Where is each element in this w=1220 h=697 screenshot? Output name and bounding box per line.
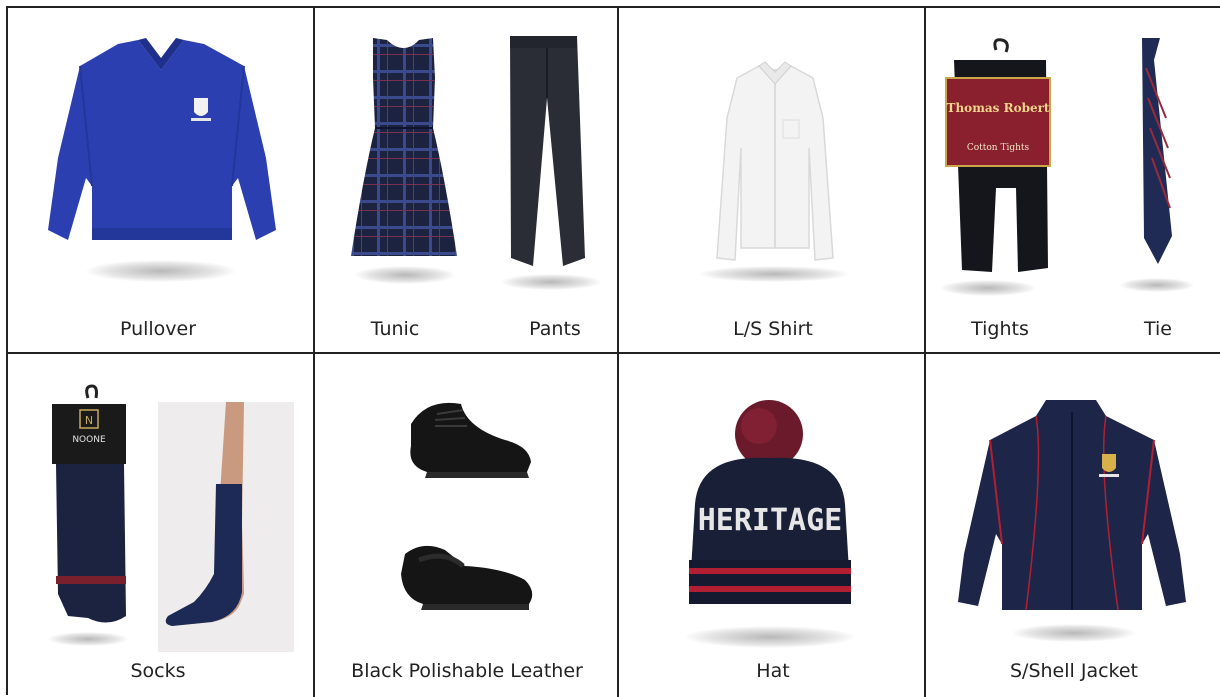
hanger-hook-icon: [993, 38, 1009, 53]
uniform-grid: Pullover Tunic Pants L/S Shirt Thomas Ro…: [6, 6, 1220, 697]
tunic-image: [351, 36, 585, 266]
jacket-image: [958, 400, 1186, 611]
label-shirt: L/S Shirt: [733, 318, 813, 340]
label-jacket: S/Shell Jacket: [1009, 660, 1139, 682]
cell-tights-tie: Thomas Robert Cotton Tights Tights Tie: [926, 8, 1220, 354]
hat-image: HERITAGE: [689, 400, 851, 604]
svg-text:HERITAGE: HERITAGE: [698, 503, 843, 538]
label-tie: Tie: [1144, 318, 1172, 340]
svg-text:N: N: [85, 414, 93, 427]
label-pants: Pants: [529, 318, 581, 340]
shirt-image: [716, 61, 834, 261]
cell-socks: N NOONE Socks: [8, 354, 315, 697]
label-tunic: Tunic: [370, 318, 420, 340]
label-pullover: Pullover: [119, 318, 197, 340]
label-shoes: Black Polishable Leather: [351, 660, 583, 682]
svg-text:NOONE: NOONE: [72, 435, 106, 445]
shoes-image: [401, 402, 533, 610]
cell-hat: HERITAGE Hat: [619, 354, 926, 697]
svg-text:Thomas Robert: Thomas Robert: [947, 101, 1050, 115]
cell-tunic-pants: Tunic Pants: [315, 8, 619, 354]
label-socks: Socks: [130, 660, 186, 682]
cell-jacket: S/Shell Jacket: [926, 354, 1220, 697]
pullover-image: [48, 38, 276, 240]
cell-pullover: Pullover: [8, 8, 315, 354]
cell-shirt: L/S Shirt: [619, 8, 926, 354]
label-hat: Hat: [756, 660, 790, 682]
label-tights: Tights: [971, 318, 1029, 340]
svg-text:Cotton Tights: Cotton Tights: [967, 143, 1030, 153]
socks-image: N NOONE: [52, 384, 244, 626]
cell-shoes: Black Polishable Leather: [315, 354, 619, 697]
tights-tie-image: Thomas Robert Cotton Tights: [945, 38, 1172, 272]
